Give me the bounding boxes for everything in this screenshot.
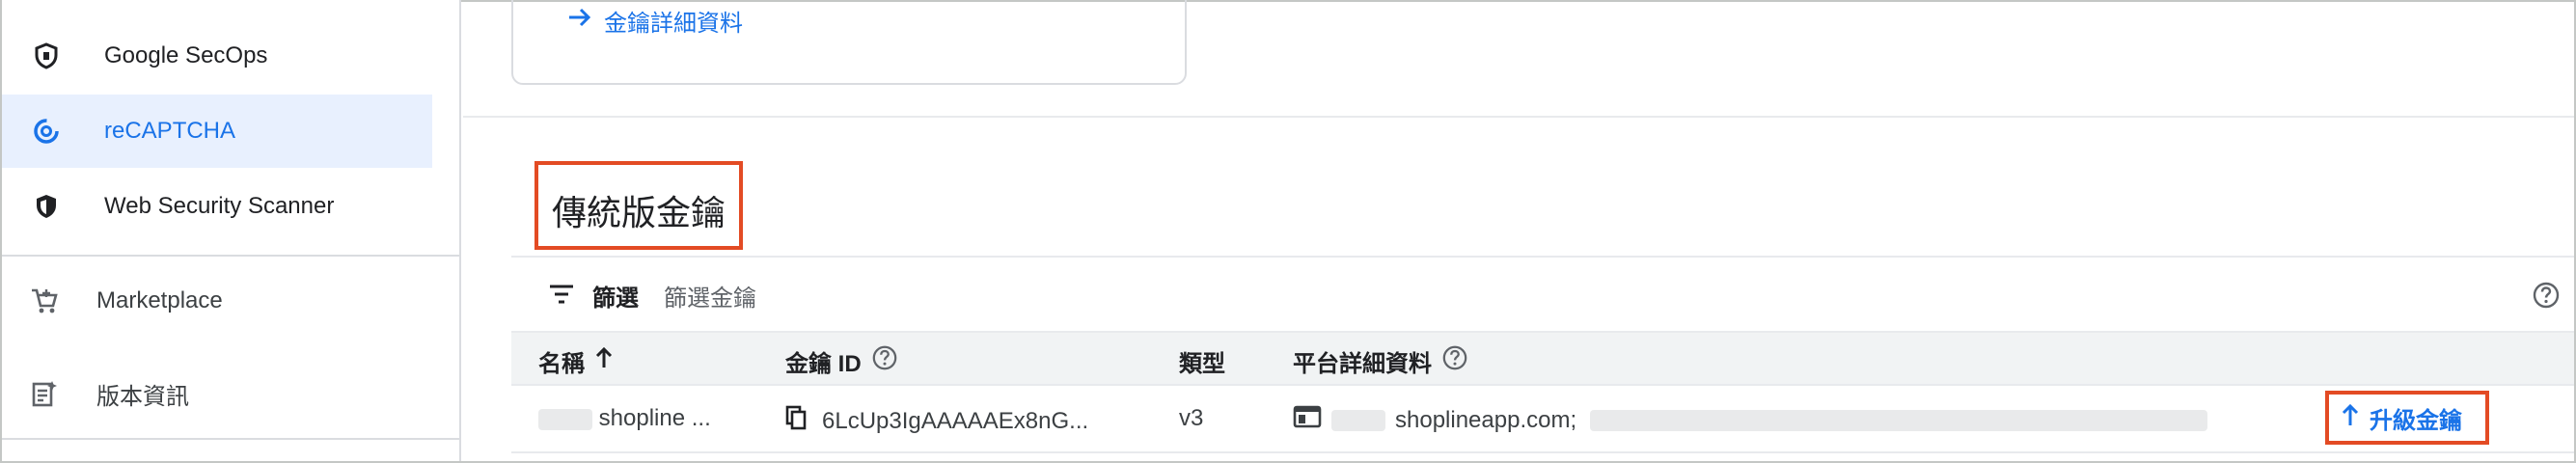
key-card: 金鑰詳細資料: [511, 0, 1187, 85]
key-details-link[interactable]: 金鑰詳細資料: [567, 4, 743, 38]
sidebar-item-recaptcha[interactable]: reCAPTCHA: [2, 95, 432, 168]
sidebar-item-marketplace[interactable]: Marketplace: [2, 264, 432, 338]
column-header-label: 名稱: [538, 351, 585, 377]
sidebar-item-web-security-scanner[interactable]: Web Security Scanner: [2, 170, 432, 243]
sidebar-item-label: Web Security Scanner: [104, 193, 335, 219]
key-name: shopline ...: [598, 405, 711, 431]
cart-icon: [29, 286, 60, 316]
table-row: shopline ... 6LcUp3IgAAAAAEx8nG... v3 sh…: [511, 386, 2574, 453]
web-platform-icon: [1293, 405, 1322, 435]
shield-outline-icon: [31, 41, 62, 71]
sidebar-item-label: reCAPTCHA: [104, 118, 236, 144]
upgrade-key-label: 升級金鑰: [2370, 408, 2462, 434]
column-header-name[interactable]: 名稱: [538, 344, 614, 378]
release-notes-icon: [29, 378, 60, 409]
sidebar-item-label: Google SecOps: [104, 42, 268, 68]
help-icon[interactable]: [1441, 344, 1468, 378]
key-type-cell: v3: [1179, 405, 1204, 431]
column-header-type[interactable]: 類型: [1179, 344, 1225, 378]
filter-input[interactable]: 篩選金鑰: [664, 279, 756, 313]
platform-domain: shoplineapp.com;: [1395, 406, 1577, 433]
platform-cell: shoplineapp.com;: [1293, 405, 2208, 435]
key-details-label: 金鑰詳細資料: [604, 11, 743, 37]
key-name-cell[interactable]: shopline ...: [538, 405, 711, 432]
column-header-key-id[interactable]: 金鑰 ID: [785, 344, 898, 378]
upgrade-key-button[interactable]: 升級金鑰: [2341, 401, 2462, 435]
redacted-text: [1590, 409, 2208, 431]
main-content: 金鑰詳細資料 傳統版金鑰 篩選 篩選金鑰 名稱 金鑰 ID 類型 平台詳細資料 …: [463, 0, 2574, 461]
arrow-up-icon: [2341, 402, 2360, 434]
help-icon[interactable]: [871, 344, 898, 378]
sidebar-item-label: 版本資訊: [96, 383, 189, 410]
table-header: 名稱 金鑰 ID 類型 平台詳細資料: [511, 331, 2574, 386]
sidebar-item-label: Marketplace: [96, 287, 223, 313]
sidebar-divider: [2, 438, 461, 440]
filter-label[interactable]: 篩選: [592, 279, 639, 313]
shield-filled-icon: [31, 191, 62, 222]
key-id-cell: 6LcUp3IgAAAAAEx8nG...: [785, 405, 1088, 437]
column-header-platform[interactable]: 平台詳細資料: [1293, 344, 1468, 378]
redacted-text: [1331, 409, 1385, 431]
filter-bar: 篩選 篩選金鑰: [511, 256, 2574, 331]
column-header-label: 平台詳細資料: [1293, 351, 1432, 377]
section-divider: [463, 116, 2574, 118]
sidebar: Google SecOps reCAPTCHA Web Security Sca…: [2, 0, 461, 461]
copy-icon[interactable]: [785, 405, 807, 437]
sidebar-item-release-notes[interactable]: 版本資訊: [2, 357, 432, 430]
sort-ascending-icon[interactable]: [594, 346, 614, 376]
redacted-text: [538, 408, 592, 430]
arrow-right-icon: [567, 7, 592, 35]
help-icon[interactable]: [2532, 281, 2561, 314]
key-id: 6LcUp3IgAAAAAEx8nG...: [822, 407, 1089, 434]
filter-icon[interactable]: [548, 283, 577, 306]
section-title: 傳統版金鑰: [552, 193, 726, 232]
sidebar-item-google-secops[interactable]: Google SecOps: [2, 19, 432, 93]
recaptcha-icon: [31, 116, 62, 147]
column-header-label: 類型: [1179, 351, 1225, 377]
column-header-label: 金鑰 ID: [785, 351, 862, 377]
sidebar-divider: [2, 255, 461, 257]
